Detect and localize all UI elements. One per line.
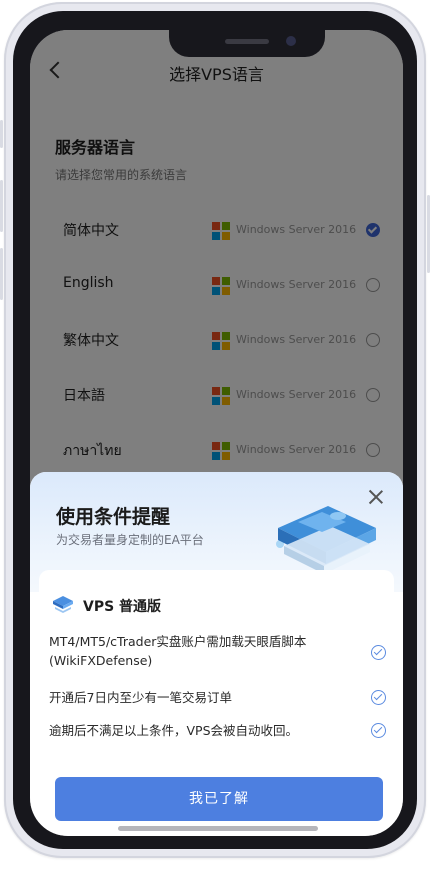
home-indicator[interactable] bbox=[118, 826, 318, 831]
phone-screen: 选择VPS语言 服务器语言 请选择您常用的系统语言 简体中文 Windows S… bbox=[30, 30, 403, 836]
sheet-title: 使用条件提醒 bbox=[56, 506, 171, 528]
condition-text: 逾期后不满足以上条件，VPS会被自动收回。 bbox=[49, 723, 299, 738]
vps-plan-icon bbox=[53, 596, 73, 613]
condition-text: MT4/MT5/cTrader实盘账户需加载天眼盾脚本(WikiFXDefens… bbox=[49, 634, 307, 668]
usage-conditions-sheet: 使用条件提醒 为交易者量身定制的EA平台 VPS 普通版 MT4/MT5/cTr… bbox=[30, 472, 403, 836]
check-circle-icon bbox=[371, 723, 386, 738]
conditions-card: VPS 普通版 MT4/MT5/cTrader实盘账户需加载天眼盾脚本(Wiki… bbox=[39, 570, 394, 795]
phone-side-button bbox=[0, 180, 3, 232]
phone-side-button bbox=[0, 120, 3, 148]
check-circle-icon bbox=[371, 645, 386, 660]
acknowledge-button[interactable]: 我已了解 bbox=[55, 777, 383, 821]
phone-side-button bbox=[0, 248, 3, 300]
plan-title: VPS 普通版 bbox=[83, 599, 162, 615]
front-camera bbox=[286, 36, 296, 46]
sheet-subtitle: 为交易者量身定制的EA平台 bbox=[56, 533, 204, 547]
notch bbox=[169, 30, 325, 57]
close-icon[interactable] bbox=[367, 488, 385, 506]
condition-text: 开通后7日内至少有一笔交易订单 bbox=[49, 690, 232, 705]
phone-side-button bbox=[427, 195, 430, 273]
check-circle-icon bbox=[371, 690, 386, 705]
speaker bbox=[225, 39, 269, 44]
